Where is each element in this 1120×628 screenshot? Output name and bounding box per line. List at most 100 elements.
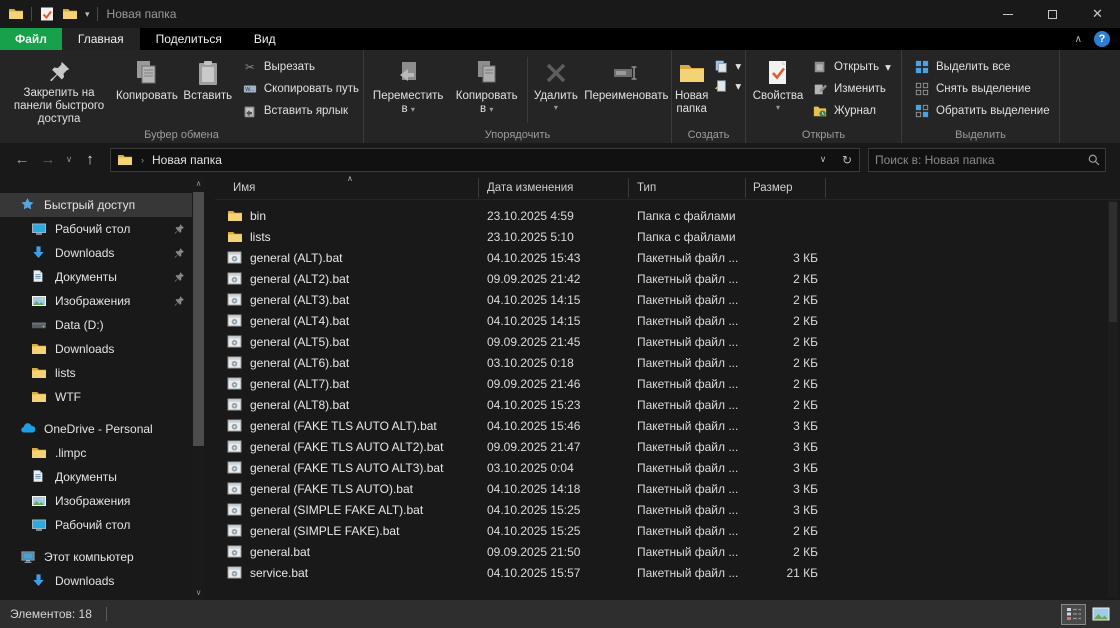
sidebar-item-рабочий-стол[interactable]: Рабочий стол <box>0 217 192 241</box>
new-folder-button[interactable]: Новая папка <box>675 52 708 126</box>
breadcrumb-chevron-icon[interactable]: › <box>137 155 148 165</box>
table-row[interactable]: general (ALT6).bat 03.10.2025 0:18 Пакет… <box>215 352 1100 373</box>
minimize-button[interactable] <box>985 0 1030 28</box>
table-row[interactable]: general (ALT2).bat 09.09.2025 21:42 Паке… <box>215 268 1100 289</box>
properties-button[interactable]: Свойства ▾ <box>750 52 806 126</box>
table-row[interactable]: general (ALT4).bat 04.10.2025 14:15 Паке… <box>215 310 1100 331</box>
table-row[interactable]: general (ALT3).bat 04.10.2025 14:15 Паке… <box>215 289 1100 310</box>
edit-button[interactable]: Изменить <box>808 78 895 100</box>
column-header-date[interactable]: Дата изменения <box>487 182 573 194</box>
address-dropdown-icon[interactable]: ∨ <box>811 149 835 171</box>
sidebar-scrollbar-thumb[interactable] <box>193 192 204 446</box>
paste-shortcut-button[interactable]: Вставить ярлык <box>238 100 363 122</box>
maximize-button[interactable] <box>1030 0 1075 28</box>
sidebar-item-data-d-[interactable]: Data (D:) <box>0 313 192 337</box>
column-header-type[interactable]: Тип <box>637 182 656 194</box>
sidebar-item--limpc[interactable]: .limpc <box>0 441 192 465</box>
delete-button[interactable]: Удалить ▾ <box>530 52 582 126</box>
history-button[interactable]: Журнал <box>808 100 895 122</box>
search-input[interactable] <box>869 152 1083 167</box>
file-list-scrollbar[interactable] <box>1108 200 1118 598</box>
back-icon[interactable]: ← <box>10 151 34 168</box>
collapse-ribbon-icon[interactable]: ∧ <box>1075 34 1082 45</box>
table-row[interactable]: general (FAKE TLS AUTO ALT3).bat 03.10.2… <box>215 457 1100 478</box>
address-bar[interactable]: › Новая папка ∨ ↻ <box>110 147 860 172</box>
sidebar-item-видео[interactable]: Видео <box>0 593 192 600</box>
column-header-name[interactable]: Имя <box>233 182 255 194</box>
sidebar-item-wtf[interactable]: WTF <box>0 385 192 409</box>
table-row[interactable]: general (FAKE TLS AUTO ALT).bat 04.10.20… <box>215 415 1100 436</box>
recent-locations-chevron-icon[interactable]: ∨ <box>62 154 76 165</box>
sidebar-item-документы[interactable]: Документы <box>0 465 192 489</box>
sidebar-item-изображения[interactable]: Изображения <box>0 289 192 313</box>
refresh-icon[interactable]: ↻ <box>835 149 859 171</box>
column-separator[interactable] <box>628 178 629 198</box>
open-button[interactable]: Открыть ▾ <box>808 56 895 78</box>
sidebar-item-lists[interactable]: lists <box>0 361 192 385</box>
table-row[interactable]: general (SIMPLE FAKE).bat 04.10.2025 15:… <box>215 520 1100 541</box>
sidebar-item-рабочий-стол[interactable]: Рабочий стол <box>0 513 192 537</box>
sidebar-item-изображения[interactable]: Изображения <box>0 489 192 513</box>
copy-to-button[interactable]: Копировать в ▾ <box>448 52 525 126</box>
history-label: Журнал <box>834 105 876 117</box>
sidebar-scrollbar[interactable]: ∧ ∨ <box>192 176 205 600</box>
search-icon[interactable] <box>1083 153 1105 167</box>
bat-icon <box>227 544 243 560</box>
forward-icon[interactable]: → <box>36 151 60 168</box>
table-row[interactable]: bin 23.10.2025 4:59 Папка с файлами <box>215 205 1100 226</box>
select-all-button[interactable]: Выделить все <box>910 56 1059 78</box>
up-icon[interactable]: ↑ <box>78 151 102 168</box>
new-item-button[interactable]: ▾ <box>709 56 745 76</box>
column-header-size[interactable]: Размер <box>753 182 793 194</box>
details-view-button[interactable] <box>1061 603 1086 625</box>
sidebar-item-onedrive-personal[interactable]: OneDrive - Personal <box>0 417 192 441</box>
file-list-scrollbar-thumb[interactable] <box>1109 202 1117 322</box>
table-row[interactable]: general (SIMPLE FAKE ALT).bat 04.10.2025… <box>215 499 1100 520</box>
sidebar-item-downloads[interactable]: Downloads <box>0 569 192 593</box>
copy-path-button[interactable]: W... Скопировать путь <box>238 78 363 100</box>
sidebar-item-downloads[interactable]: Downloads <box>0 337 192 361</box>
file-size: 3 КБ <box>793 439 818 454</box>
column-separator[interactable] <box>825 178 826 198</box>
table-row[interactable]: general (ALT7).bat 09.09.2025 21:46 Паке… <box>215 373 1100 394</box>
table-row[interactable]: service.bat 04.10.2025 15:57 Пакетный фа… <box>215 562 1100 583</box>
select-none-button[interactable]: Снять выделение <box>910 78 1059 100</box>
bat-icon <box>227 439 243 455</box>
close-button[interactable]: ✕ <box>1075 0 1120 28</box>
sidebar-item-быстрый-доступ[interactable]: Быстрый доступ <box>0 193 192 217</box>
paste-button[interactable]: Вставить <box>182 52 234 126</box>
table-row[interactable]: general (FAKE TLS AUTO ALT2).bat 09.09.2… <box>215 436 1100 457</box>
tab-view[interactable]: Вид <box>238 28 292 50</box>
sidebar-item-документы[interactable]: Документы <box>0 265 192 289</box>
breadcrumb[interactable]: Новая папка <box>148 153 226 167</box>
qat-properties-icon[interactable] <box>39 6 55 22</box>
easy-access-button[interactable]: ▾ <box>709 76 745 96</box>
scroll-down-icon[interactable]: ∨ <box>192 588 205 597</box>
pin-to-quick-access-button[interactable]: Закрепить на панели быстрого доступа <box>6 52 112 126</box>
table-row[interactable]: general.bat 09.09.2025 21:50 Пакетный фа… <box>215 541 1100 562</box>
table-row[interactable]: general (FAKE TLS AUTO).bat 04.10.2025 1… <box>215 478 1100 499</box>
thumbnails-view-button[interactable] <box>1088 604 1113 625</box>
group-label-create: Создать <box>687 129 730 141</box>
move-to-button[interactable]: Переместить в ▾ <box>368 52 448 126</box>
help-icon[interactable]: ? <box>1094 31 1110 47</box>
column-separator[interactable] <box>478 178 479 198</box>
table-row[interactable]: general (ALT).bat 04.10.2025 15:43 Пакет… <box>215 247 1100 268</box>
tab-share[interactable]: Поделиться <box>140 28 238 50</box>
qat-new-folder-icon[interactable] <box>62 6 78 22</box>
qat-customize-chevron-icon[interactable]: ▾ <box>85 9 90 19</box>
table-row[interactable]: general (ALT5).bat 09.09.2025 21:45 Паке… <box>215 331 1100 352</box>
tab-file[interactable]: Файл <box>0 28 62 50</box>
table-row[interactable]: general (ALT8).bat 04.10.2025 15:23 Паке… <box>215 394 1100 415</box>
tab-home[interactable]: Главная <box>61 28 140 50</box>
invert-selection-button[interactable]: Обратить выделение <box>910 100 1059 122</box>
paste-shortcut-icon <box>242 103 258 119</box>
cut-button[interactable]: ✂ Вырезать <box>238 56 363 78</box>
table-row[interactable]: lists 23.10.2025 5:10 Папка с файлами <box>215 226 1100 247</box>
column-separator[interactable] <box>745 178 746 198</box>
scroll-up-icon[interactable]: ∧ <box>192 179 205 188</box>
copy-button[interactable]: Копировать <box>112 52 182 126</box>
sidebar-item-downloads[interactable]: Downloads <box>0 241 192 265</box>
rename-button[interactable]: Переименовать <box>582 52 671 126</box>
sidebar-item-этот-компьютер[interactable]: Этот компьютер <box>0 545 192 569</box>
